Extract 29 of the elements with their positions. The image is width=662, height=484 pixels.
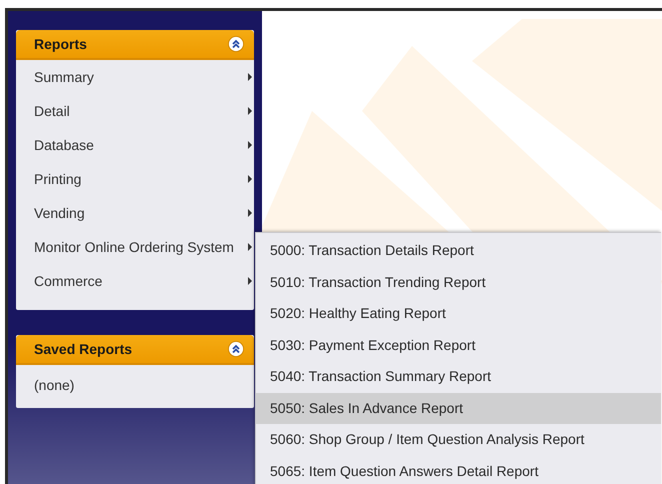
submenu-arrow-icon	[248, 175, 252, 183]
submenu-item[interactable]: 5010: Transaction Trending Report	[256, 266, 661, 298]
submenu-arrow-icon	[248, 277, 252, 285]
submenu-item[interactable]: 5040: Transaction Summary Report	[256, 361, 661, 392]
panel-header[interactable]: Reports	[16, 30, 254, 60]
panel-header[interactable]: Saved Reports	[16, 335, 254, 365]
submenu-arrow-icon	[248, 73, 252, 81]
menu-item[interactable]: Database	[16, 128, 254, 162]
menu-item[interactable]: Detail	[16, 94, 254, 128]
menu-item[interactable]: Commerce	[16, 264, 254, 298]
submenu-item[interactable]: 5050: Sales In Advance Report	[256, 392, 661, 424]
menu-item[interactable]: Vending	[16, 196, 254, 230]
menu-item[interactable]: Monitor Online Ordering System	[16, 230, 254, 264]
submenu-item[interactable]: 5000: Transaction Details Report	[256, 235, 661, 266]
submenu-item[interactable]: 5020: Healthy Eating Report	[256, 298, 661, 330]
collapse-icon[interactable]	[228, 341, 244, 357]
empty-label: (none)	[33, 376, 76, 395]
submenu-item[interactable]: 5060: Shop Group / Item Question Analysis Report	[256, 424, 661, 456]
submenu-item[interactable]: 5030: Payment Exception Report	[256, 330, 661, 361]
menu-item[interactable]: Summary	[16, 60, 254, 94]
collapse-icon[interactable]	[228, 36, 244, 52]
panel-title: Reports	[34, 36, 87, 52]
submenu-arrow-icon	[248, 107, 252, 115]
panel-title: Saved Reports	[34, 341, 132, 357]
submenu-arrow-icon	[248, 209, 252, 217]
submenu-item[interactable]: 5065: Item Question Answers Detail Report	[256, 456, 661, 484]
submenu-arrow-icon	[248, 243, 252, 251]
submenu-arrow-icon	[248, 141, 252, 149]
menu-item[interactable]: Printing	[16, 162, 254, 196]
